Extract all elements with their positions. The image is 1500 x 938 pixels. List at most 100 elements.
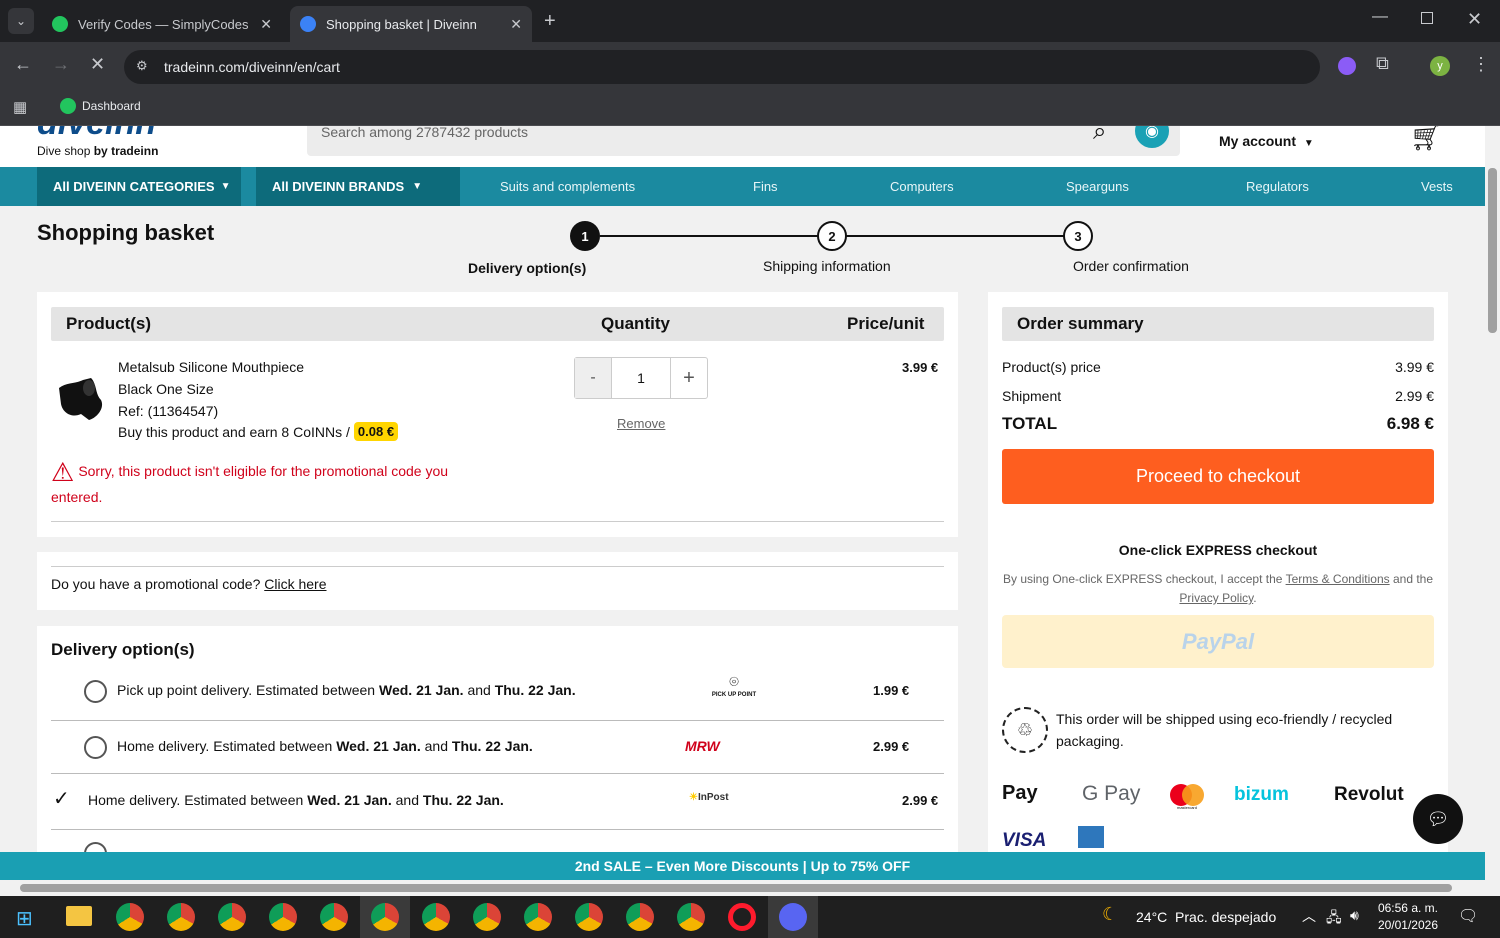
pickup-point-logo: ⌾ PICK UP POINT bbox=[709, 674, 759, 698]
chevron-down-icon: ▼ bbox=[1303, 138, 1314, 149]
chrome-icon[interactable] bbox=[218, 903, 246, 931]
cart-icon[interactable]: 🛒︎ bbox=[1410, 126, 1443, 153]
tab-list-button[interactable]: ⌄ bbox=[8, 8, 34, 34]
tab-shopping-basket[interactable]: Shopping basket | Diveinn ✕ bbox=[290, 6, 532, 42]
clock[interactable]: 06:56 a. m. 20/01/2026 bbox=[1376, 900, 1438, 934]
radio-button[interactable] bbox=[84, 680, 107, 703]
shipment-value: 2.99 € bbox=[1395, 388, 1434, 404]
windows-start-icon[interactable]: ⊞ bbox=[16, 906, 33, 931]
chrome-icon[interactable] bbox=[677, 903, 705, 931]
product-variant: Black One Size bbox=[118, 381, 214, 397]
close-tab-icon[interactable]: ✕ bbox=[260, 16, 272, 33]
nav-spearguns[interactable]: Spearguns bbox=[1066, 179, 1129, 194]
profile-avatar[interactable]: y bbox=[1430, 56, 1450, 76]
volume-icon[interactable]: 🔊︎ bbox=[1350, 907, 1359, 924]
horizontal-scrollbar[interactable] bbox=[0, 880, 1485, 896]
tab-verify-codes[interactable]: Verify Codes — SimplyCodes ✕ bbox=[42, 6, 282, 42]
summary-header: Order summary bbox=[1002, 307, 1434, 341]
menu-kebab-icon[interactable]: ⋮ bbox=[1472, 54, 1490, 75]
all-categories-menu[interactable]: All DIVEINN CATEGORIES ▼ bbox=[37, 167, 241, 206]
product-thumbnail[interactable] bbox=[53, 374, 107, 426]
close-tab-icon[interactable]: ✕ bbox=[510, 16, 522, 33]
extension-icon[interactable] bbox=[1338, 57, 1356, 75]
scroll-thumb[interactable] bbox=[1488, 168, 1497, 333]
proceed-to-checkout-button[interactable]: Proceed to checkout bbox=[1002, 449, 1434, 504]
restore-icon[interactable] bbox=[1421, 12, 1433, 24]
opera-icon[interactable] bbox=[728, 903, 756, 931]
step-3-label: Order confirmation bbox=[1073, 258, 1189, 274]
my-account-menu[interactable]: My account ▼ bbox=[1219, 133, 1314, 149]
forward-icon[interactable]: → bbox=[52, 54, 70, 75]
page-title: Shopping basket bbox=[37, 220, 215, 245]
step-3-circle: 3 bbox=[1063, 221, 1093, 251]
mastercard-logo: mastercard bbox=[1170, 784, 1204, 810]
scroll-thumb[interactable] bbox=[20, 884, 1452, 892]
nav-fins[interactable]: Fins bbox=[753, 179, 778, 194]
delivery-option-pickup[interactable]: Pick up point delivery. Estimated betwee… bbox=[37, 666, 958, 721]
radio-button[interactable] bbox=[84, 736, 107, 759]
chrome-icon[interactable] bbox=[269, 903, 297, 931]
privacy-link[interactable]: Privacy Policy bbox=[1179, 591, 1253, 605]
chrome-icon[interactable] bbox=[320, 903, 348, 931]
delivery-price: 2.99 € bbox=[873, 739, 910, 754]
radio-button[interactable] bbox=[84, 842, 107, 852]
product-name[interactable]: Metalsub Silicone Mouthpiece bbox=[118, 359, 304, 375]
file-explorer-icon[interactable] bbox=[66, 906, 92, 926]
paypal-button[interactable]: PayPal bbox=[1002, 615, 1434, 668]
chrome-icon[interactable] bbox=[473, 903, 501, 931]
notifications-icon[interactable]: 🗨︎ bbox=[1458, 906, 1478, 926]
apps-grid-icon[interactable]: ▦ bbox=[13, 98, 27, 116]
chrome-icon[interactable] bbox=[371, 903, 399, 931]
nav-vests[interactable]: Vests bbox=[1421, 179, 1453, 194]
quantity-field[interactable]: 1 bbox=[611, 358, 671, 398]
terms-link[interactable]: Terms & Conditions bbox=[1286, 572, 1390, 586]
chrome-icon[interactable] bbox=[626, 903, 654, 931]
site-info-icon[interactable]: ⚙ bbox=[136, 58, 148, 74]
chrome-icon[interactable] bbox=[167, 903, 195, 931]
nav-computers[interactable]: Computers bbox=[890, 179, 954, 194]
search-icon[interactable]: ⌕ bbox=[1093, 126, 1106, 146]
tray-chevron-up-icon[interactable]: ︿ bbox=[1302, 906, 1316, 926]
dashboard-favicon-icon bbox=[60, 98, 76, 114]
promo-banner[interactable]: 2nd SALE – Even More Discounts | Up to 7… bbox=[0, 852, 1485, 880]
chrome-icon[interactable] bbox=[422, 903, 450, 931]
delivery-option-inpost[interactable]: ✓ Home delivery. Estimated between Wed. … bbox=[37, 774, 958, 830]
delivery-option-mrw[interactable]: Home delivery. Estimated between Wed. 21… bbox=[37, 722, 958, 774]
weather-text[interactable]: 24°C Prac. despejado bbox=[1136, 909, 1276, 925]
remove-link[interactable]: Remove bbox=[617, 416, 665, 431]
step-2-label: Shipping information bbox=[763, 258, 891, 274]
delivery-panel: Delivery option(s) Pick up point deliver… bbox=[37, 626, 958, 852]
promo-code-link[interactable]: Click here bbox=[264, 576, 326, 592]
camera-search-icon[interactable]: ◉ bbox=[1135, 126, 1169, 148]
sun-icon: ☀ bbox=[689, 792, 698, 803]
weather-icon[interactable]: ☾ bbox=[1102, 904, 1118, 925]
diveinn-logo[interactable]: diveinn bbox=[37, 126, 193, 138]
search-input[interactable]: Search among 2787432 products ⌕ ◉ bbox=[307, 126, 1180, 156]
chat-button[interactable]: 💬︎ bbox=[1413, 794, 1463, 844]
back-icon[interactable]: ← bbox=[14, 54, 32, 75]
all-brands-menu[interactable]: All DIVEINN BRANDS ▼ bbox=[256, 167, 460, 206]
vertical-scrollbar[interactable] bbox=[1485, 126, 1500, 896]
network-icon[interactable]: 🖧︎ bbox=[1326, 907, 1342, 931]
nav-regulators[interactable]: Regulators bbox=[1246, 179, 1309, 194]
apple-pay-logo: Pay bbox=[1002, 782, 1038, 804]
discord-icon[interactable] bbox=[779, 903, 807, 931]
chrome-icon[interactable] bbox=[524, 903, 552, 931]
close-window-icon[interactable]: ✕ bbox=[1467, 9, 1482, 30]
bookmark-dashboard[interactable]: Dashboard bbox=[60, 98, 141, 114]
products-price-value: 3.99 € bbox=[1395, 359, 1434, 375]
new-tab-icon[interactable]: + bbox=[544, 10, 556, 33]
step-2-circle: 2 bbox=[817, 221, 847, 251]
minimize-icon[interactable]: — bbox=[1372, 8, 1388, 26]
chat-bubble-icon: 💬︎ bbox=[1426, 808, 1450, 829]
chrome-icon[interactable] bbox=[575, 903, 603, 931]
header-price: Price/unit bbox=[847, 314, 925, 333]
stop-loading-icon[interactable]: ✕ bbox=[90, 54, 105, 75]
increase-quantity-button[interactable]: + bbox=[671, 358, 707, 398]
extensions-puzzle-icon[interactable]: ⧉ bbox=[1376, 53, 1389, 74]
address-bar[interactable]: ⚙ tradeinn.com/diveinn/en/cart bbox=[124, 50, 1320, 84]
express-checkout-title: One-click EXPRESS checkout bbox=[1118, 542, 1318, 558]
chrome-icon[interactable] bbox=[116, 903, 144, 931]
nav-suits[interactable]: Suits and complements bbox=[500, 179, 635, 194]
decrease-quantity-button[interactable]: - bbox=[575, 358, 611, 398]
